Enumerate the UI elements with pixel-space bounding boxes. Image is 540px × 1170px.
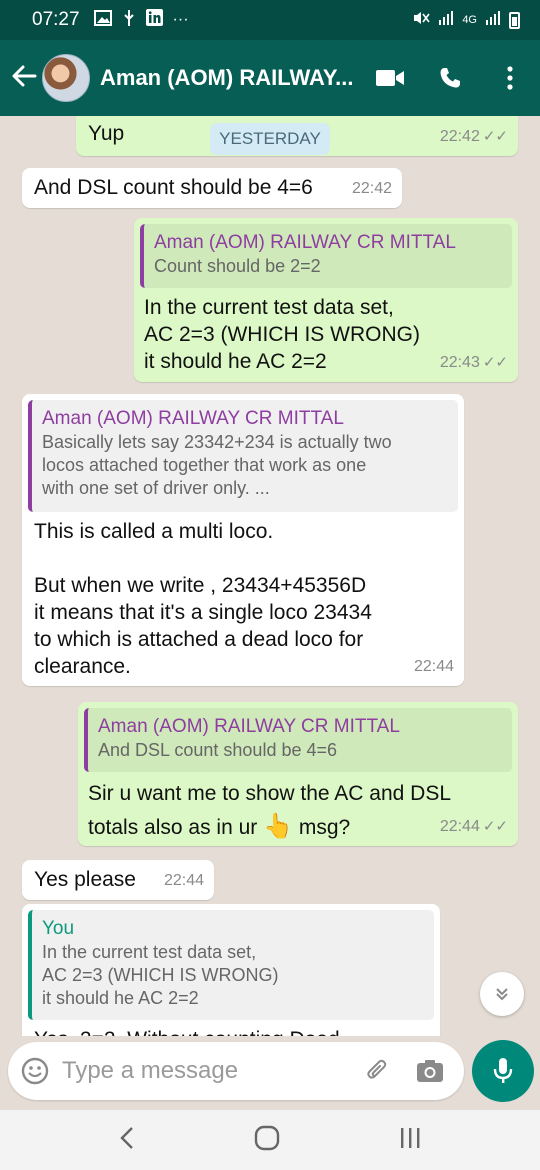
contact-avatar[interactable] [42, 54, 90, 102]
message-line: In the current test data set, [144, 296, 394, 319]
gallery-icon [93, 9, 112, 31]
quoted-line: Basically lets say 23342+234 is actually… [42, 432, 392, 452]
nav-recents-icon[interactable] [399, 1126, 421, 1155]
message-text: Yup [88, 122, 125, 145]
nav-home-icon[interactable] [254, 1125, 280, 1156]
time-text: 22:42 [439, 128, 480, 145]
emoji-icon[interactable] [8, 1057, 62, 1085]
linkedin-icon [145, 9, 163, 31]
video-call-icon[interactable] [360, 69, 420, 87]
usb-icon [122, 9, 136, 32]
mute-icon [412, 10, 430, 30]
more-notifications-icon: ··· [172, 11, 189, 28]
quoted-message[interactable]: Aman (AOM) RAILWAY CR MITTAL Count shoul… [140, 224, 512, 288]
message-line: AC 2=3 (WHICH IS WRONG) [144, 323, 420, 346]
microphone-icon [493, 1058, 513, 1083]
contact-name[interactable]: Aman (AOM) RAILWAY... [100, 65, 356, 91]
message-incoming[interactable]: Aman (AOM) RAILWAY CR MITTAL Basically l… [22, 394, 464, 686]
message-outgoing[interactable]: Aman (AOM) RAILWAY CR MITTAL Count shoul… [134, 218, 518, 382]
message-line [34, 545, 458, 572]
message-line: Yes. 2=2. Without counting Dead [28, 1026, 434, 1036]
message-text: msg? [298, 816, 351, 839]
pointing-up-emoji: 👆 [263, 813, 293, 840]
read-ticks-icon: ✓✓ [482, 818, 508, 835]
quoted-sender: Aman (AOM) RAILWAY CR MITTAL [154, 232, 456, 253]
signal-icon [438, 11, 454, 29]
time-text: 22:43 [439, 354, 480, 371]
composer-pill [8, 1042, 464, 1100]
time-text: 22:44 [439, 818, 480, 835]
quoted-text: Count should be 2=2 [154, 256, 321, 276]
quoted-line: it should he AC 2=2 [42, 988, 199, 1008]
quoted-message[interactable]: Aman (AOM) RAILWAY CR MITTAL Basically l… [28, 400, 458, 512]
signal-icon-2 [485, 11, 501, 29]
date-chip: YESTERDAY [210, 123, 330, 155]
network-type: 4G [462, 14, 477, 26]
message-time: 22:42 ✓✓ [440, 123, 508, 150]
message-incoming[interactable]: Yes please 22:44 [22, 860, 214, 900]
composer-bar [0, 1036, 540, 1110]
system-nav-bar [0, 1110, 540, 1170]
message-time: 22:44 ✓✓ [440, 813, 508, 840]
message-outgoing[interactable]: Aman (AOM) RAILWAY CR MITTAL And DSL cou… [78, 702, 518, 846]
camera-icon[interactable] [404, 1059, 456, 1083]
double-chevron-down-icon [496, 988, 508, 1001]
message-text: totals also as in ur [88, 816, 258, 839]
scroll-down-button[interactable] [480, 972, 524, 1016]
message-text: And DSL count should be 4=6 [34, 176, 313, 199]
mic-button[interactable] [472, 1040, 534, 1102]
quoted-message[interactable]: Aman (AOM) RAILWAY CR MITTAL And DSL cou… [84, 708, 512, 772]
quoted-sender: You [42, 918, 75, 939]
message-line: This is called a multi loco. [34, 520, 274, 543]
message-text: Yes please [34, 868, 136, 891]
status-time: 07:27 [32, 9, 80, 30]
quoted-sender: Aman (AOM) RAILWAY CR MITTAL [98, 716, 400, 737]
message-time: 22:44 [413, 658, 454, 675]
message-line: But when we write , 23434+45356D [34, 574, 367, 597]
quoted-line: with one set of driver only. ... [42, 478, 270, 498]
message-line: Sir u want me to show the AC and DSL [88, 782, 452, 805]
quoted-line: locos attached together that work as one [42, 455, 367, 475]
quoted-message[interactable]: You In the current test data set, AC 2=3… [28, 910, 434, 1020]
read-ticks-icon: ✓✓ [482, 354, 508, 371]
message-incoming[interactable]: And DSL count should be 4=6 22:42 [22, 168, 402, 208]
message-line: it means that it's a single loco 23434 [34, 601, 372, 624]
message-line: to which is attached a dead loco for [34, 628, 364, 651]
message-time: 22:43 ✓✓ [440, 349, 508, 376]
nav-back-icon[interactable] [119, 1126, 135, 1155]
message-time: 22:44 [163, 872, 204, 889]
quoted-text: And DSL count should be 4=6 [98, 740, 338, 760]
voice-call-icon[interactable] [420, 66, 480, 90]
battery-icon [509, 11, 520, 29]
quoted-sender: Aman (AOM) RAILWAY CR MITTAL [42, 408, 344, 429]
back-arrow-icon[interactable] [6, 61, 42, 95]
menu-kebab-icon[interactable] [480, 66, 540, 90]
message-input[interactable] [62, 1057, 352, 1085]
chat-header: Aman (AOM) RAILWAY... [0, 40, 540, 116]
message-incoming[interactable]: You In the current test data set, AC 2=3… [22, 904, 440, 1036]
attach-icon[interactable] [352, 1058, 404, 1084]
status-right: 4G [412, 10, 520, 30]
read-ticks-icon: ✓✓ [482, 128, 508, 145]
message-line: clearance. [34, 655, 131, 678]
status-bar: 07:27 ··· 4G [0, 0, 540, 40]
quoted-line: AC 2=3 (WHICH IS WRONG) [42, 965, 279, 985]
quoted-line: In the current test data set, [42, 942, 257, 962]
chat-area[interactable]: Yup 22:42 ✓✓ YESTERDAY And DSL count shou… [0, 116, 540, 1036]
message-time: 22:42 [351, 180, 392, 197]
